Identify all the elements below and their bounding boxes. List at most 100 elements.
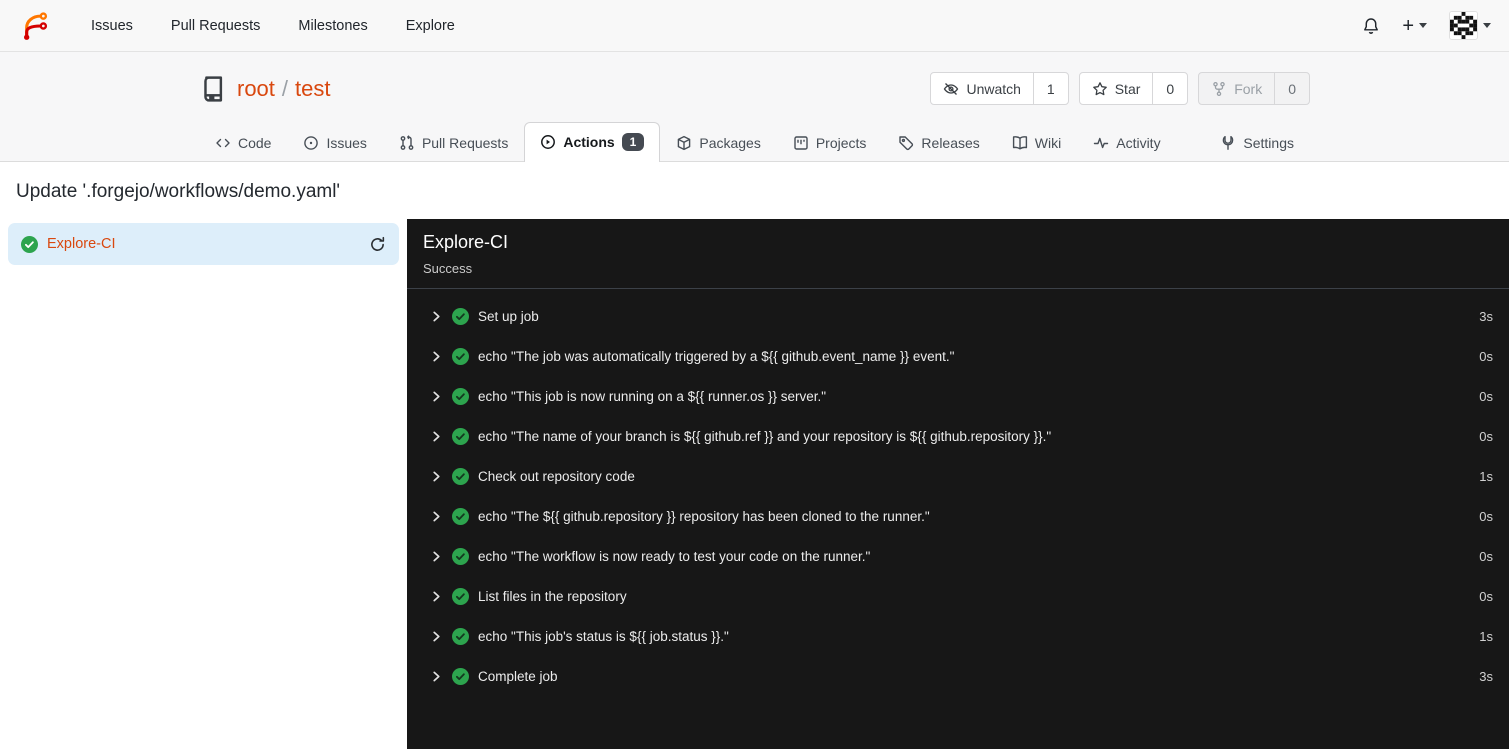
top-navbar: Issues Pull Requests Milestones Explore … [0, 0, 1509, 52]
avatar-identicon [1449, 11, 1478, 40]
step-duration: 3s [1479, 668, 1493, 684]
step-duration: 1s [1479, 468, 1493, 484]
log-header: Explore-CI Success [407, 219, 1509, 290]
job-item-explore-ci[interactable]: Explore-CI [8, 223, 399, 266]
step-row[interactable]: echo "This job is now running on a ${{ r… [407, 376, 1509, 416]
chevron-right-icon[interactable] [431, 511, 442, 522]
nav-explore[interactable]: Explore [387, 0, 474, 51]
chevron-right-icon[interactable] [431, 551, 442, 562]
step-row[interactable]: echo "This job's status is ${{ job.statu… [407, 616, 1509, 656]
step-row[interactable]: echo "The name of your branch is ${{ git… [407, 416, 1509, 456]
log-panel: Explore-CI Success Set up job 3s echo "T… [407, 219, 1509, 749]
step-success-icon [452, 467, 469, 485]
step-name: echo "The workflow is now ready to test … [478, 548, 871, 564]
star-icon [1092, 81, 1107, 95]
step-name: List files in the repository [478, 588, 627, 604]
tab-code[interactable]: Code [199, 124, 287, 162]
tab-issues[interactable]: Issues [287, 124, 382, 162]
step-row[interactable]: Check out repository code 1s [407, 456, 1509, 496]
run-title: Update '.forgejo/workflows/demo.yaml' [16, 181, 341, 203]
step-success-icon [452, 507, 469, 525]
chevron-right-icon[interactable] [431, 391, 442, 402]
create-new-button[interactable]: + [1402, 16, 1427, 36]
step-success-icon [452, 627, 469, 645]
tab-settings[interactable]: Settings [1204, 124, 1310, 162]
project-icon [794, 136, 808, 151]
navbar-right: + [1362, 11, 1491, 40]
step-duration: 0s [1479, 428, 1493, 444]
tab-releases[interactable]: Releases [882, 124, 995, 162]
chevron-right-icon[interactable] [431, 631, 442, 642]
package-icon [678, 136, 691, 151]
step-row[interactable]: echo "The job was automatically triggere… [407, 336, 1509, 376]
step-row[interactable]: echo "The workflow is now ready to test … [407, 536, 1509, 576]
tab-packages[interactable]: Packages [660, 124, 776, 162]
star-button[interactable]: Star 0 [1078, 72, 1189, 105]
step-success-icon [452, 387, 469, 405]
fork-button: Fork 0 [1198, 72, 1310, 105]
actions-count-badge: 1 [621, 133, 645, 152]
nav-milestones[interactable]: Milestones [279, 0, 386, 51]
step-name: Set up job [478, 308, 539, 324]
step-success-icon [452, 307, 469, 325]
repo-name-link[interactable]: test [295, 76, 330, 102]
chevron-right-icon[interactable] [431, 311, 442, 322]
fork-icon [1213, 81, 1225, 96]
step-row[interactable]: List files in the repository 0s [407, 576, 1509, 616]
play-circle-icon [541, 135, 556, 150]
bell-icon[interactable] [1362, 17, 1380, 35]
chevron-right-icon[interactable] [431, 431, 442, 442]
tag-icon [899, 136, 914, 151]
pull-request-icon [400, 135, 414, 151]
repo-icon [199, 75, 227, 103]
step-success-icon [452, 547, 469, 565]
step-duration: 0s [1479, 508, 1493, 524]
chevron-right-icon[interactable] [431, 471, 442, 482]
fork-count: 0 [1274, 73, 1309, 104]
step-name: echo "This job is now running on a ${{ r… [478, 388, 827, 404]
chevron-right-icon[interactable] [431, 591, 442, 602]
step-duration: 0s [1479, 548, 1493, 564]
chevron-down-icon [1419, 23, 1427, 28]
tools-icon [1223, 136, 1234, 151]
repo-header: root / test Unwatch 1 Star 0 Fork 0 Code… [0, 52, 1509, 163]
step-success-icon [452, 347, 469, 365]
step-success-icon [452, 587, 469, 605]
primary-nav: Issues Pull Requests Milestones Explore [72, 0, 474, 51]
log-status-badge: Success [423, 261, 473, 277]
plus-icon: + [1402, 14, 1414, 37]
user-menu[interactable] [1449, 11, 1491, 40]
step-row[interactable]: Set up job 3s [407, 296, 1509, 336]
step-duration: 3s [1479, 308, 1493, 324]
run-body: Explore-CI Explore-CI Success Set up job… [0, 219, 1509, 749]
step-success-icon [452, 667, 469, 685]
watch-count: 1 [1032, 73, 1068, 104]
chevron-right-icon[interactable] [431, 671, 442, 682]
nav-pull-requests[interactable]: Pull Requests [152, 0, 279, 51]
tab-wiki[interactable]: Wiki [996, 124, 1077, 162]
tab-activity[interactable]: Activity [1077, 124, 1176, 162]
step-name: echo "The job was automatically triggere… [478, 348, 955, 364]
tab-projects[interactable]: Projects [777, 124, 883, 162]
forgejo-logo[interactable] [18, 10, 50, 42]
repo-owner-link[interactable]: root [237, 76, 275, 102]
job-label: Explore-CI [47, 236, 116, 253]
code-icon [216, 139, 230, 148]
step-name: Complete job [478, 668, 558, 684]
step-row[interactable]: Complete job 3s [407, 656, 1509, 696]
step-list: Set up job 3s echo "The job was automati… [407, 289, 1509, 703]
step-name: echo "The name of your branch is ${{ git… [478, 428, 1052, 444]
tab-pull-requests[interactable]: Pull Requests [383, 124, 524, 162]
issue-icon [304, 136, 319, 151]
rerun-job-icon[interactable] [369, 236, 386, 253]
success-check-icon [21, 235, 38, 253]
log-job-name: Explore-CI [423, 232, 509, 253]
breadcrumb-separator: / [281, 75, 289, 101]
step-row[interactable]: echo "The ${{ github.repository }} repos… [407, 496, 1509, 536]
book-open-icon [1012, 136, 1027, 150]
step-duration: 0s [1479, 588, 1493, 604]
chevron-right-icon[interactable] [431, 351, 442, 362]
tab-actions[interactable]: Actions 1 [524, 122, 661, 163]
nav-issues[interactable]: Issues [72, 0, 152, 51]
unwatch-button[interactable]: Unwatch 1 [930, 72, 1069, 105]
